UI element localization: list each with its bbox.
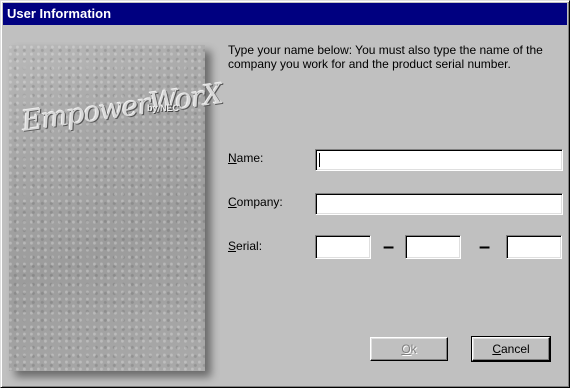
- logo-suffix-text: by NEC: [147, 103, 180, 113]
- company-input[interactable]: [315, 193, 563, 215]
- name-input[interactable]: [315, 149, 563, 171]
- title-bar: User Information: [3, 3, 567, 25]
- instructions-text: Type your name below: You must also type…: [228, 43, 543, 71]
- serial-label: Serial:: [228, 239, 263, 253]
- window-title: User Information: [7, 6, 112, 21]
- name-label: Name:: [228, 151, 264, 165]
- logo-brand-text: EmpowerWorX: [19, 77, 225, 138]
- serial-part-3-input[interactable]: [506, 235, 562, 259]
- cancel-button[interactable]: Cancel: [471, 336, 551, 362]
- serial-part-2-input[interactable]: [405, 235, 461, 259]
- branding-image: EmpowerWorX by NEC: [9, 45, 224, 371]
- user-information-dialog: User Information EmpowerWorX by NEC Type…: [0, 0, 570, 388]
- ok-button[interactable]: Ok: [370, 337, 448, 361]
- text-caret: [319, 153, 320, 167]
- company-label: Company:: [228, 195, 283, 209]
- serial-separator-1: –: [383, 236, 395, 258]
- empowerworx-logo: EmpowerWorX by NEC: [20, 77, 224, 145]
- serial-part-1-input[interactable]: [315, 235, 371, 259]
- serial-separator-2: –: [479, 236, 491, 258]
